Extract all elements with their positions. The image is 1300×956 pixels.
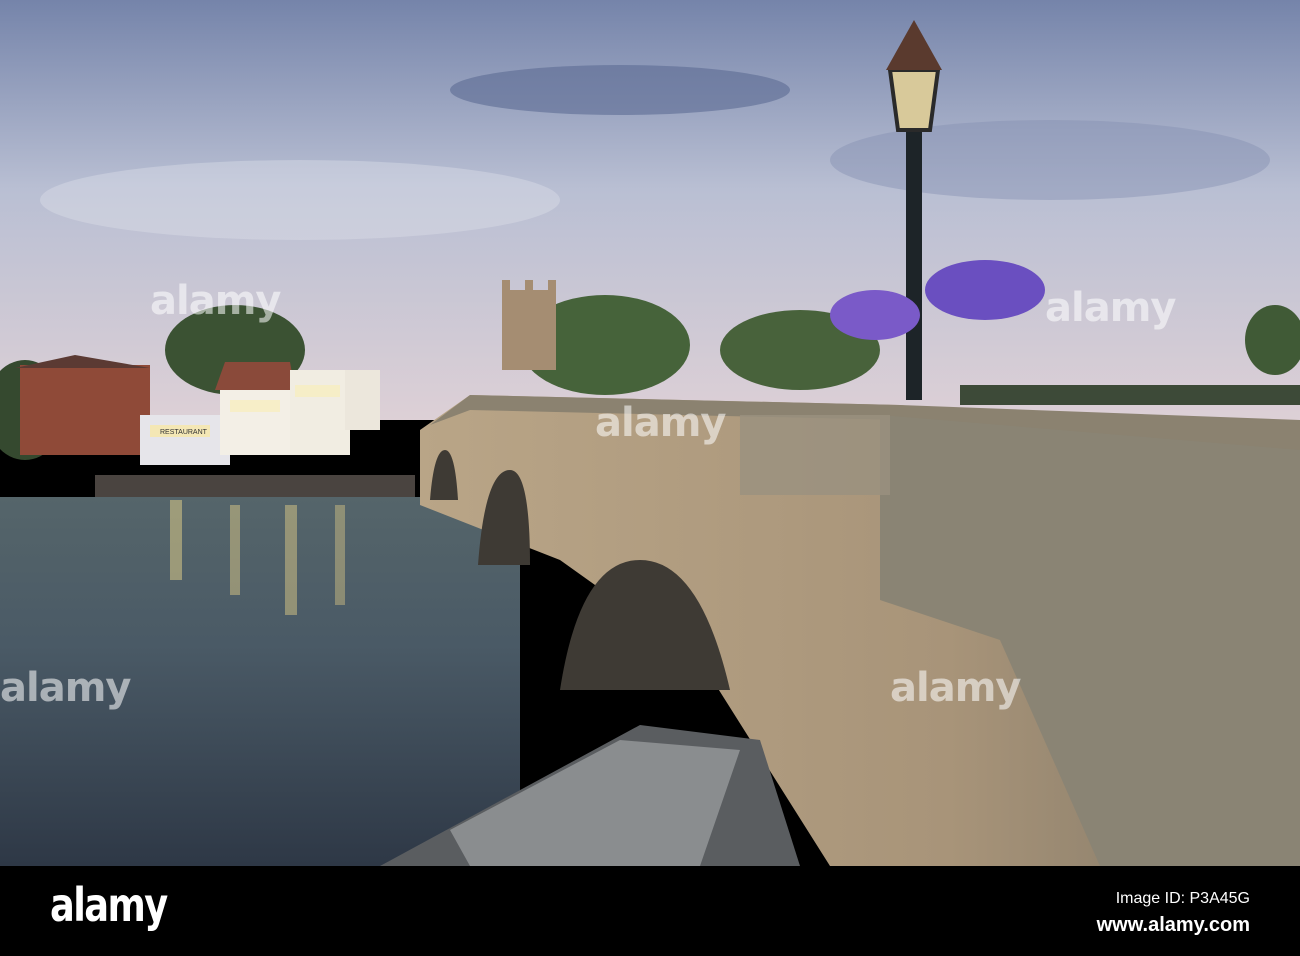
footer-bar: alamy Image ID: P3A45G www.alamy.com: [0, 866, 1300, 956]
flower-basket-left: [830, 290, 920, 340]
website-link[interactable]: www.alamy.com: [1097, 914, 1250, 937]
image-id: Image ID: P3A45G: [1115, 890, 1250, 907]
restaurant-sign: RESTAURANT: [160, 429, 208, 436]
photo-henley-bridge: RESTAURANT: [0, 0, 1300, 866]
church-tower: [502, 280, 556, 370]
river: [0, 497, 520, 866]
flower-basket-right: [925, 260, 1045, 320]
alamy-logo: alamy: [50, 878, 168, 932]
